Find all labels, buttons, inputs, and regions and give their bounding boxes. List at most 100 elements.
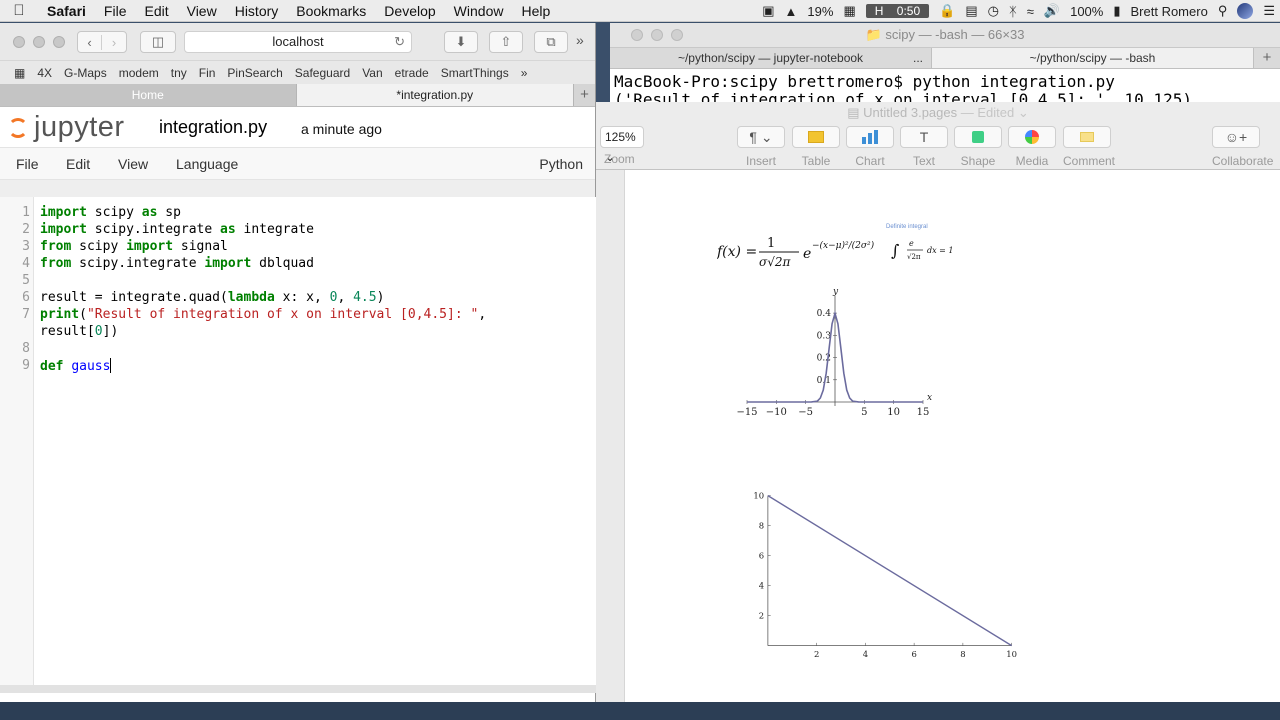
close-button[interactable]: [631, 29, 643, 41]
bookmark-fin[interactable]: Fin: [199, 66, 216, 80]
reload-icon[interactable]: ↻: [394, 32, 405, 52]
integral-formula[interactable]: ∫ e √2π dx = 1: [891, 232, 971, 266]
sidebar-button[interactable]: ◫: [140, 31, 176, 53]
lock-icon[interactable]: 🔒: [939, 3, 955, 19]
line-number-gutter: [0, 197, 34, 693]
comment-button[interactable]: Comment: [1063, 126, 1115, 168]
notification-center-icon[interactable]: ☰: [1263, 3, 1275, 19]
wifi-icon[interactable]: ≈: [1027, 4, 1034, 19]
bookmark-4x[interactable]: 4X: [37, 66, 52, 80]
menu-app-safari[interactable]: Safari: [38, 3, 95, 19]
user-name[interactable]: Brett Romero: [1131, 4, 1208, 19]
menu-help[interactable]: Help: [512, 3, 559, 19]
share-button[interactable]: ⇧: [489, 31, 523, 53]
chart-button[interactable]: Chart: [846, 126, 894, 168]
x-tick-label: 6: [911, 649, 916, 659]
menu-file[interactable]: File: [95, 3, 136, 19]
tabs-overview-button[interactable]: ⧉: [534, 31, 568, 53]
bookmark-pinsearch[interactable]: PinSearch: [227, 66, 282, 80]
gaussian-chart[interactable]: −15 −10 −5 5 10 150.10.20.30.4xy: [733, 288, 943, 428]
cpu-percent[interactable]: 19%: [807, 4, 833, 19]
jupyter-menu-language[interactable]: Language: [176, 156, 238, 172]
insert-button[interactable]: ¶ ⌄ Insert: [737, 126, 785, 168]
notes-icon[interactable]: ▤: [965, 3, 977, 19]
minimize-button[interactable]: [651, 29, 663, 41]
bookmark-modem[interactable]: modem: [119, 66, 159, 80]
time-machine-icon[interactable]: ◷: [988, 3, 999, 19]
document-title[interactable]: Untitled 3.pages: [863, 105, 957, 120]
drive-icon[interactable]: ▲: [785, 4, 798, 19]
battery-icon[interactable]: ▮: [1113, 3, 1120, 19]
jupyter-menu-view[interactable]: View: [118, 156, 148, 172]
zoom-button[interactable]: [671, 29, 683, 41]
new-tab-button[interactable]: +: [1254, 48, 1280, 68]
terminal-tab-label: ~/python/scipy — -bash: [1029, 51, 1156, 65]
downloads-button[interactable]: ⬇: [444, 31, 478, 53]
chevron-down-icon[interactable]: ⌄: [1018, 105, 1029, 120]
table-button[interactable]: Table: [792, 126, 840, 168]
menu-develop[interactable]: Develop: [375, 3, 444, 19]
gaussian-formula[interactable]: f(x) = 1 σ√2π e −(x−μ)²/(2σ²): [716, 232, 907, 272]
last-saved: a minute ago: [301, 121, 382, 137]
table-label: Table: [801, 154, 831, 168]
paragraph-icon: ¶ ⌄: [737, 126, 785, 148]
jupyter-menubar: File Edit View Language Python: [0, 147, 595, 180]
x-tick-label: 2: [814, 649, 819, 659]
shape-button[interactable]: Shape: [954, 126, 1002, 168]
display-icon[interactable]: ▣: [762, 3, 774, 19]
menu-history[interactable]: History: [226, 3, 288, 19]
spotlight-search-icon[interactable]: ⚲: [1218, 3, 1228, 19]
bookmark-van[interactable]: Van: [362, 66, 382, 80]
line-chart[interactable]: 2 4 6 8 10 2 4 6 8 10: [721, 480, 1021, 680]
volume-icon[interactable]: 🔊: [1044, 3, 1060, 19]
new-tab-button[interactable]: +: [574, 84, 595, 106]
code-editor[interactable]: 1 2 3 4 5 6 7 8 9 import scipy as sp imp…: [0, 197, 596, 693]
grid-icon[interactable]: ▦: [843, 3, 855, 19]
battery-percent[interactable]: 100%: [1070, 4, 1103, 19]
jupyter-menu-edit[interactable]: Edit: [66, 156, 90, 172]
timer-badge[interactable]: H 0:50: [865, 4, 930, 18]
terminal-tabbar: ~/python/scipy — jupyter-notebook... ~/p…: [610, 47, 1280, 69]
bookmarks-overflow-icon[interactable]: »: [521, 66, 528, 80]
zoom-button[interactable]: [53, 35, 65, 48]
bookmark-etrade[interactable]: etrade: [395, 66, 429, 80]
jupyter-logo[interactable]: jupyter: [8, 111, 125, 144]
bookmark-smartthings[interactable]: SmartThings: [441, 66, 509, 80]
tab-integration[interactable]: *integration.py: [296, 84, 575, 106]
chart-label: Chart: [855, 154, 885, 168]
bluetooth-icon[interactable]: ᛡ: [1009, 4, 1017, 19]
close-button[interactable]: [13, 35, 25, 48]
siri-icon[interactable]: [1237, 3, 1254, 19]
zoom-select[interactable]: 125% ⌄: [600, 126, 644, 164]
menu-window[interactable]: Window: [445, 3, 513, 19]
back-icon[interactable]: ‹: [78, 34, 102, 50]
terminal-tab-bash[interactable]: ~/python/scipy — -bash: [932, 48, 1254, 68]
media-button[interactable]: Media: [1008, 126, 1056, 168]
document-page[interactable]: f(x) = 1 σ√2π e −(x−μ)²/(2σ²) Definite i…: [624, 170, 1280, 702]
terminal-tab-notebook[interactable]: ~/python/scipy — jupyter-notebook...: [610, 48, 932, 68]
forward-icon[interactable]: ›: [102, 35, 126, 50]
apple-icon[interactable]: : [0, 2, 38, 19]
bookmark-gmaps[interactable]: G-Maps: [64, 66, 107, 80]
svg-text:σ√2π: σ√2π: [759, 255, 791, 269]
jupyter-menu-file[interactable]: File: [16, 156, 39, 172]
bookmark-tny[interactable]: tny: [171, 66, 187, 80]
address-bar[interactable]: localhost ↻: [184, 31, 412, 53]
bookmark-safeguard[interactable]: Safeguard: [295, 66, 350, 80]
menu-edit[interactable]: Edit: [135, 3, 177, 19]
shape-label: Shape: [960, 154, 996, 168]
svg-text:√2π: √2π: [907, 253, 921, 261]
horizontal-scrollbar[interactable]: [0, 685, 596, 693]
menu-view[interactable]: View: [178, 3, 226, 19]
gaussian-formula-graphic: f(x) = 1 σ√2π e −(x−μ)²/(2σ²): [716, 236, 875, 269]
notebook-filename[interactable]: integration.py: [159, 117, 267, 138]
pages-window: ▤ Untitled 3.pages — Edited ⌄ 125% ⌄ Zoo…: [596, 102, 1280, 702]
overflow-chevron-icon[interactable]: »: [576, 32, 584, 48]
collaborate-button[interactable]: ☺+ Collaborate: [1212, 126, 1273, 168]
menu-bookmarks[interactable]: Bookmarks: [287, 3, 375, 19]
minimize-button[interactable]: [33, 35, 45, 48]
tab-home[interactable]: Home: [0, 84, 297, 106]
comment-icon: [1063, 126, 1111, 148]
reading-list-icon[interactable]: ▦: [14, 66, 25, 80]
text-button[interactable]: T Text: [900, 126, 948, 168]
